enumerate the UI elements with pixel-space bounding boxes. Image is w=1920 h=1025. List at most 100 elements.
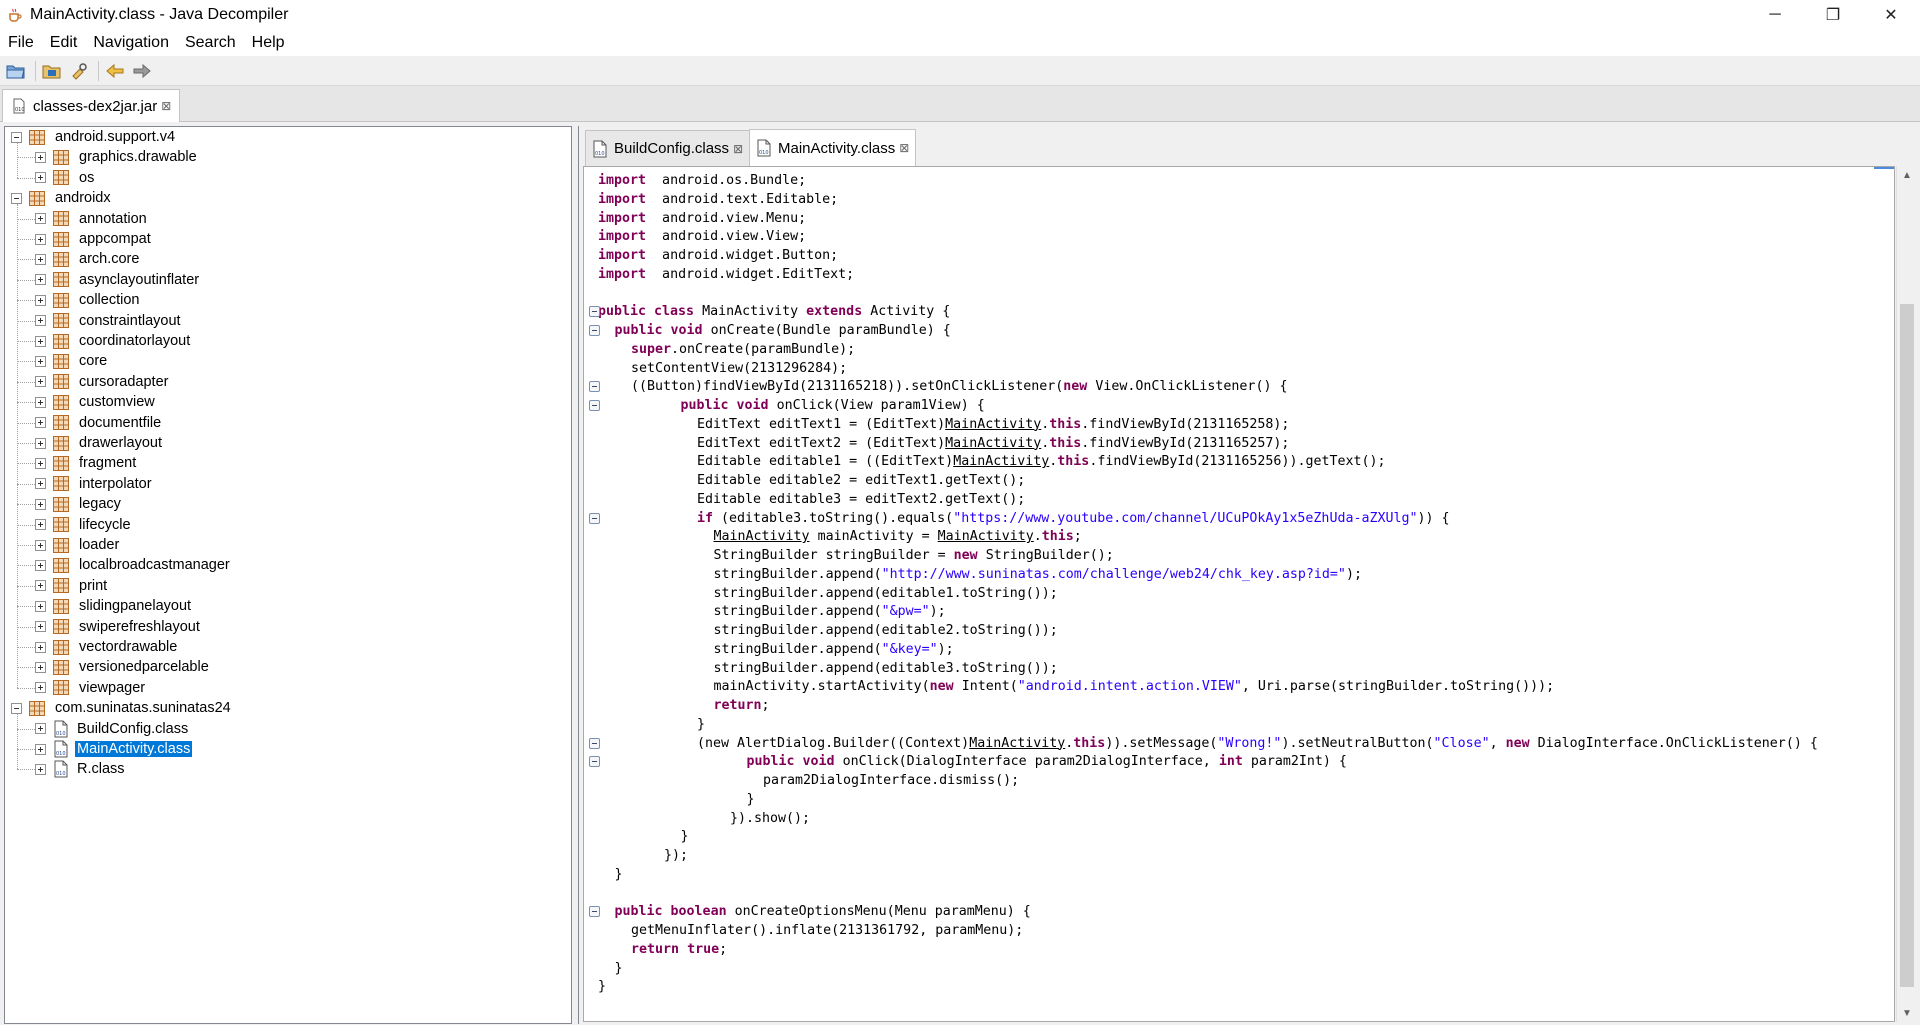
- menu-file[interactable]: File: [0, 30, 42, 56]
- tree-item-package[interactable]: loader: [35, 535, 121, 555]
- tree-item-package[interactable]: localbroadcastmanager: [35, 555, 232, 575]
- expand-icon[interactable]: [35, 233, 46, 245]
- expand-icon[interactable]: [35, 661, 46, 673]
- expand-icon[interactable]: [35, 559, 46, 571]
- collapse-icon[interactable]: [11, 192, 22, 204]
- tree-item-package[interactable]: customview: [35, 392, 157, 412]
- minimize-button[interactable]: ─: [1746, 0, 1804, 30]
- tree-item-package[interactable]: swiperefreshlayout: [35, 617, 202, 637]
- expand-icon[interactable]: [35, 641, 46, 653]
- expand-icon[interactable]: [35, 315, 46, 327]
- tree-item-package[interactable]: com.suninatas.suninatas24: [11, 698, 233, 718]
- expand-icon[interactable]: [35, 294, 46, 306]
- tree-item-class[interactable]: 010 MainActivity.class: [35, 739, 193, 759]
- expand-icon[interactable]: [35, 253, 46, 265]
- expand-icon[interactable]: [35, 763, 46, 775]
- expand-icon[interactable]: [35, 417, 46, 429]
- expand-icon[interactable]: [35, 539, 46, 551]
- tree-item-package[interactable]: annotation: [35, 209, 149, 229]
- tree-item-package[interactable]: interpolator: [35, 474, 154, 494]
- close-tab-icon[interactable]: ⊠: [733, 142, 743, 156]
- tree-item-package[interactable]: cursoradapter: [35, 372, 170, 392]
- fold-toggle-icon[interactable]: [589, 756, 600, 768]
- forward-icon[interactable]: [130, 59, 154, 83]
- tree-item-package[interactable]: vectordrawable: [35, 637, 179, 657]
- fold-toggle-icon[interactable]: [589, 306, 600, 318]
- tree-item-package[interactable]: os: [35, 168, 96, 188]
- menu-help[interactable]: Help: [244, 30, 293, 56]
- fold-toggle-icon[interactable]: [589, 381, 600, 393]
- expand-icon[interactable]: [35, 355, 46, 367]
- open-file-icon[interactable]: [4, 59, 28, 83]
- tree-item-package[interactable]: versionedparcelable: [35, 657, 211, 677]
- menu-navigation[interactable]: Navigation: [85, 30, 177, 56]
- tree-item-package[interactable]: slidingpanelayout: [35, 596, 193, 616]
- collapse-icon[interactable]: [11, 702, 22, 714]
- expand-icon[interactable]: [35, 151, 46, 163]
- tree-item-package[interactable]: arch.core: [35, 249, 141, 269]
- expand-icon[interactable]: [35, 743, 46, 755]
- close-button[interactable]: ✕: [1862, 0, 1920, 30]
- open-type-icon[interactable]: [40, 59, 64, 83]
- vertical-scrollbar[interactable]: ▲ ▼: [1896, 166, 1916, 1022]
- tree-item-package[interactable]: androidx: [11, 188, 113, 208]
- tree-item-package[interactable]: fragment: [35, 453, 138, 473]
- editor-tab-mainactivity[interactable]: 010 MainActivity.class ⊠: [749, 129, 917, 166]
- expand-icon[interactable]: [35, 396, 46, 408]
- fold-toggle-icon[interactable]: [589, 737, 600, 749]
- scroll-up-icon[interactable]: ▲: [1897, 166, 1917, 184]
- tree-item-label: constraintlayout: [79, 312, 181, 329]
- back-icon[interactable]: [103, 59, 127, 83]
- menu-search[interactable]: Search: [177, 30, 244, 56]
- expand-icon[interactable]: [35, 335, 46, 347]
- tree-item-package[interactable]: documentfile: [35, 413, 163, 433]
- fold-toggle-icon[interactable]: [589, 325, 600, 336]
- expand-icon[interactable]: [35, 376, 46, 388]
- menu-edit[interactable]: Edit: [42, 30, 86, 56]
- expand-icon[interactable]: [35, 437, 46, 449]
- close-tab-icon[interactable]: ⊠: [161, 99, 171, 113]
- expand-icon[interactable]: [35, 498, 46, 510]
- code-line: import android.widget.EditText;: [598, 266, 855, 282]
- editor-tab-buildconfig[interactable]: 010 BuildConfig.class ⊠: [585, 130, 751, 166]
- expand-icon[interactable]: [35, 723, 46, 735]
- scroll-thumb[interactable]: [1900, 304, 1914, 987]
- expand-icon[interactable]: [35, 621, 46, 633]
- expand-icon[interactable]: [35, 519, 46, 531]
- expand-icon[interactable]: [35, 213, 46, 225]
- collapse-icon[interactable]: [11, 131, 22, 143]
- tab-classes-dex2jar[interactable]: 010 classes-dex2jar.jar ⊠: [2, 89, 181, 122]
- tree-item-class[interactable]: 010 R.class: [35, 759, 127, 779]
- maximize-button[interactable]: ❐: [1804, 0, 1862, 30]
- fold-toggle-icon[interactable]: [589, 512, 600, 524]
- tree-item-class[interactable]: 010 BuildConfig.class: [35, 719, 190, 739]
- expand-icon[interactable]: [35, 274, 46, 286]
- expand-icon[interactable]: [35, 172, 46, 184]
- expand-icon[interactable]: [35, 457, 46, 469]
- fold-toggle-icon[interactable]: [589, 400, 600, 411]
- code-line: ((Button)findViewById(2131165218)).setOn…: [631, 379, 1288, 395]
- tree-item-package[interactable]: viewpager: [35, 678, 147, 698]
- search-type-icon[interactable]: [67, 59, 91, 83]
- tree-item-package[interactable]: constraintlayout: [35, 311, 183, 331]
- tree-item-package[interactable]: graphics.drawable: [35, 147, 199, 167]
- tree-item-package[interactable]: core: [35, 351, 109, 371]
- source-code-view[interactable]: import android.os.Bundle; import android.…: [583, 166, 1895, 1022]
- tree-item-package[interactable]: android.support.v4: [11, 127, 177, 147]
- fold-toggle-icon[interactable]: [589, 906, 600, 918]
- tree-item-package[interactable]: lifecycle: [35, 515, 133, 535]
- tree-item-package[interactable]: coordinatorlayout: [35, 331, 192, 351]
- package-tree[interactable]: android.support.v4 graphics.drawable os and…: [4, 126, 572, 1024]
- tree-item-package[interactable]: print: [35, 576, 109, 596]
- expand-icon[interactable]: [35, 682, 46, 694]
- tree-item-package[interactable]: drawerlayout: [35, 433, 164, 453]
- tree-item-package[interactable]: asynclayoutinflater: [35, 270, 201, 290]
- tree-item-package[interactable]: legacy: [35, 494, 123, 514]
- tree-item-package[interactable]: appcompat: [35, 229, 153, 249]
- scroll-down-icon[interactable]: ▼: [1897, 1004, 1917, 1022]
- expand-icon[interactable]: [35, 600, 46, 612]
- expand-icon[interactable]: [35, 478, 46, 490]
- close-tab-icon[interactable]: ⊠: [899, 141, 909, 155]
- expand-icon[interactable]: [35, 580, 46, 592]
- tree-item-package[interactable]: collection: [35, 290, 141, 310]
